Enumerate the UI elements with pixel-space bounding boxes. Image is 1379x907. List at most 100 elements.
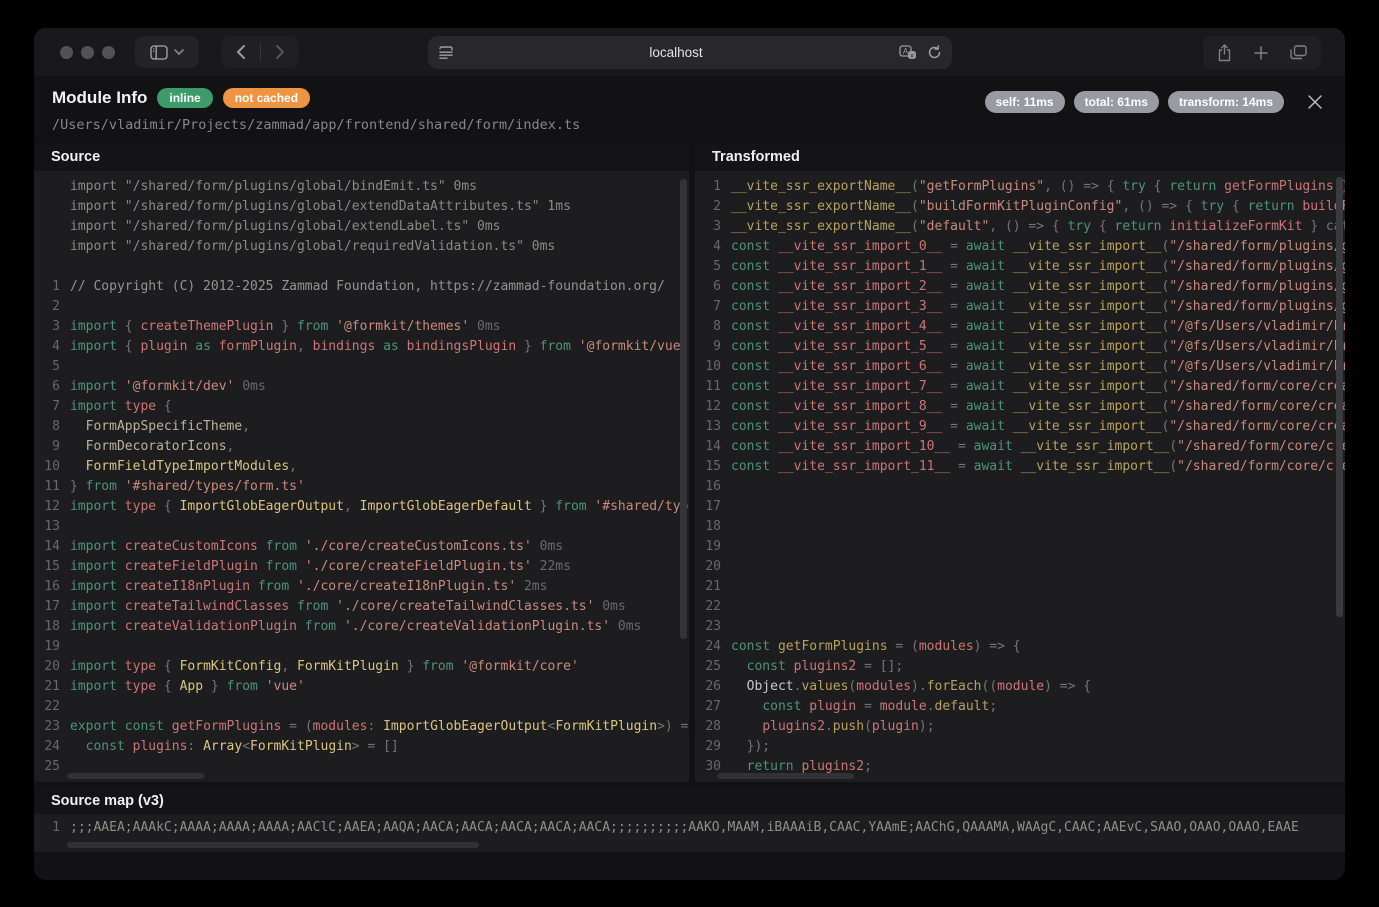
source-code: import "/shared/form/plugins/global/bind… <box>34 171 689 782</box>
code-line: 20 <box>695 557 1345 577</box>
chevron-right-icon <box>275 44 285 60</box>
chevron-left-icon <box>236 44 246 60</box>
svg-text:A: A <box>902 47 908 56</box>
sourcemap-panel: Source map (v3) 1;;;AAEA;AAAkC;AAAA;AAAA… <box>34 788 1345 852</box>
code-line: 4import { plugin as formPlugin, bindings… <box>34 337 689 357</box>
code-line: 3import { createThemePlugin } from '@for… <box>34 317 689 337</box>
code-line: 25 const plugins2 = []; <box>695 657 1345 677</box>
code-line: 2__vite_ssr_exportName__("buildFormKitPl… <box>695 197 1345 217</box>
page-title: Module Info <box>52 88 147 108</box>
code-line: import "/shared/form/plugins/global/exte… <box>34 197 689 217</box>
code-line: 2 <box>34 297 689 317</box>
code-line: 6import '@formkit/dev' 0ms <box>34 377 689 397</box>
code-line: import "/shared/form/plugins/global/exte… <box>34 217 689 237</box>
window-zoom-button[interactable] <box>102 46 115 59</box>
share-icon <box>1217 44 1232 62</box>
reader-icon[interactable] <box>438 46 454 60</box>
code-line: 18import createValidationPlugin from './… <box>34 617 689 637</box>
transformed-horizontal-scrollbar[interactable] <box>717 773 854 779</box>
code-line: 21 <box>695 577 1345 597</box>
code-line: 12import type { ImportGlobEagerOutput, I… <box>34 497 689 517</box>
code-line: 15const __vite_ssr_import_11__ = await _… <box>695 457 1345 477</box>
code-line: 28 plugins2.push(plugin); <box>695 717 1345 737</box>
module-info-header: Module Info inline not cached self: 11ms… <box>34 76 1345 141</box>
code-line: 21import type { App } from 'vue' <box>34 677 689 697</box>
code-line: 8 FormAppSpecificTheme, <box>34 417 689 437</box>
sourcemap-horizontal-scrollbar[interactable] <box>67 842 479 848</box>
total-time-badge: total: 61ms <box>1074 91 1159 113</box>
code-line: 11const __vite_ssr_import_7__ = await __… <box>695 377 1345 397</box>
code-line: 4const __vite_ssr_import_0__ = await __v… <box>695 237 1345 257</box>
code-panels: Source import "/shared/form/plugins/glob… <box>34 143 1345 782</box>
code-line: 18 <box>695 517 1345 537</box>
new-tab-button[interactable] <box>1254 46 1268 60</box>
window-minimize-button[interactable] <box>81 46 94 59</box>
code-line: 13 <box>34 517 689 537</box>
window-close-button[interactable] <box>60 46 73 59</box>
traffic-lights <box>60 46 115 59</box>
nav-divider <box>260 43 261 61</box>
code-line: 16import createI18nPlugin from './core/c… <box>34 577 689 597</box>
code-line: 1__vite_ssr_exportName__("getFormPlugins… <box>695 177 1345 197</box>
back-button[interactable] <box>230 36 252 68</box>
code-line: 13const __vite_ssr_import_9__ = await __… <box>695 417 1345 437</box>
code-line: 17import createTailwindClasses from './c… <box>34 597 689 617</box>
address-text[interactable]: localhost <box>454 45 899 60</box>
self-time-badge: self: 11ms <box>985 91 1065 113</box>
code-line: 10 FormFieldTypeImportModules, <box>34 457 689 477</box>
code-line: 7const __vite_ssr_import_3__ = await __v… <box>695 297 1345 317</box>
code-line: 6const __vite_ssr_import_2__ = await __v… <box>695 277 1345 297</box>
sidebar-icon <box>150 45 168 60</box>
nav-buttons <box>221 36 299 68</box>
not-cached-badge: not cached <box>223 88 310 108</box>
reload-icon[interactable] <box>927 45 942 60</box>
code-line: 20import type { FormKitConfig, FormKitPl… <box>34 657 689 677</box>
code-line: 9const __vite_ssr_import_5__ = await __v… <box>695 337 1345 357</box>
source-panel-title: Source <box>34 143 689 171</box>
close-icon <box>1307 94 1323 110</box>
code-line: 22 <box>695 597 1345 617</box>
code-line: import "/shared/form/plugins/global/requ… <box>34 237 689 257</box>
code-line: 19 <box>695 537 1345 557</box>
code-line: 24const getFormPlugins = (modules) => { <box>695 637 1345 657</box>
browser-window: localhost A x <box>34 28 1345 880</box>
tabs-icon <box>1290 45 1307 60</box>
code-line: 12const __vite_ssr_import_8__ = await __… <box>695 397 1345 417</box>
code-line: 19 <box>34 637 689 657</box>
address-bar[interactable]: localhost A x <box>428 36 952 69</box>
code-line: 14import createCustomIcons from './core/… <box>34 537 689 557</box>
code-line: 11} from '#shared/types/form.ts' <box>34 477 689 497</box>
sidebar-toggle-button[interactable] <box>135 36 199 68</box>
code-line: 27 const plugin = module.default; <box>695 697 1345 717</box>
share-button[interactable] <box>1217 44 1232 62</box>
transformed-vertical-scrollbar[interactable] <box>1336 177 1343 617</box>
code-line: 8const __vite_ssr_import_4__ = await __v… <box>695 317 1345 337</box>
toolbar-right-buttons <box>1203 36 1321 69</box>
transformed-panel-title: Transformed <box>695 143 1345 171</box>
code-line: 22 <box>34 697 689 717</box>
source-panel: Source import "/shared/form/plugins/glob… <box>34 143 689 782</box>
code-line <box>34 257 689 277</box>
screen: localhost A x <box>0 0 1379 907</box>
browser-toolbar: localhost A x <box>34 28 1345 76</box>
inline-badge: inline <box>157 88 212 108</box>
code-line: 26 Object.values(modules).forEach((modul… <box>695 677 1345 697</box>
source-vertical-scrollbar[interactable] <box>680 179 687 639</box>
code-line: import "/shared/form/plugins/global/bind… <box>34 177 689 197</box>
code-line: 29 }); <box>695 737 1345 757</box>
sourcemap-panel-title: Source map (v3) <box>34 788 1345 814</box>
transformed-code: 1__vite_ssr_exportName__("getFormPlugins… <box>695 171 1345 782</box>
code-line: 9 FormDecoratorIcons, <box>34 437 689 457</box>
source-horizontal-scrollbar[interactable] <box>67 773 204 779</box>
code-line: 23 <box>695 617 1345 637</box>
code-line: 23export const getFormPlugins = (modules… <box>34 717 689 737</box>
code-line: 14const __vite_ssr_import_10__ = await _… <box>695 437 1345 457</box>
translate-icon[interactable]: A x <box>899 45 917 60</box>
code-line: 7import type { <box>34 397 689 417</box>
forward-button[interactable] <box>269 36 291 68</box>
tab-overview-button[interactable] <box>1290 45 1307 60</box>
chevron-down-icon <box>174 49 184 55</box>
close-button[interactable] <box>1303 90 1327 114</box>
transformed-panel: Transformed 1__vite_ssr_exportName__("ge… <box>695 143 1345 782</box>
code-line: 17 <box>695 497 1345 517</box>
